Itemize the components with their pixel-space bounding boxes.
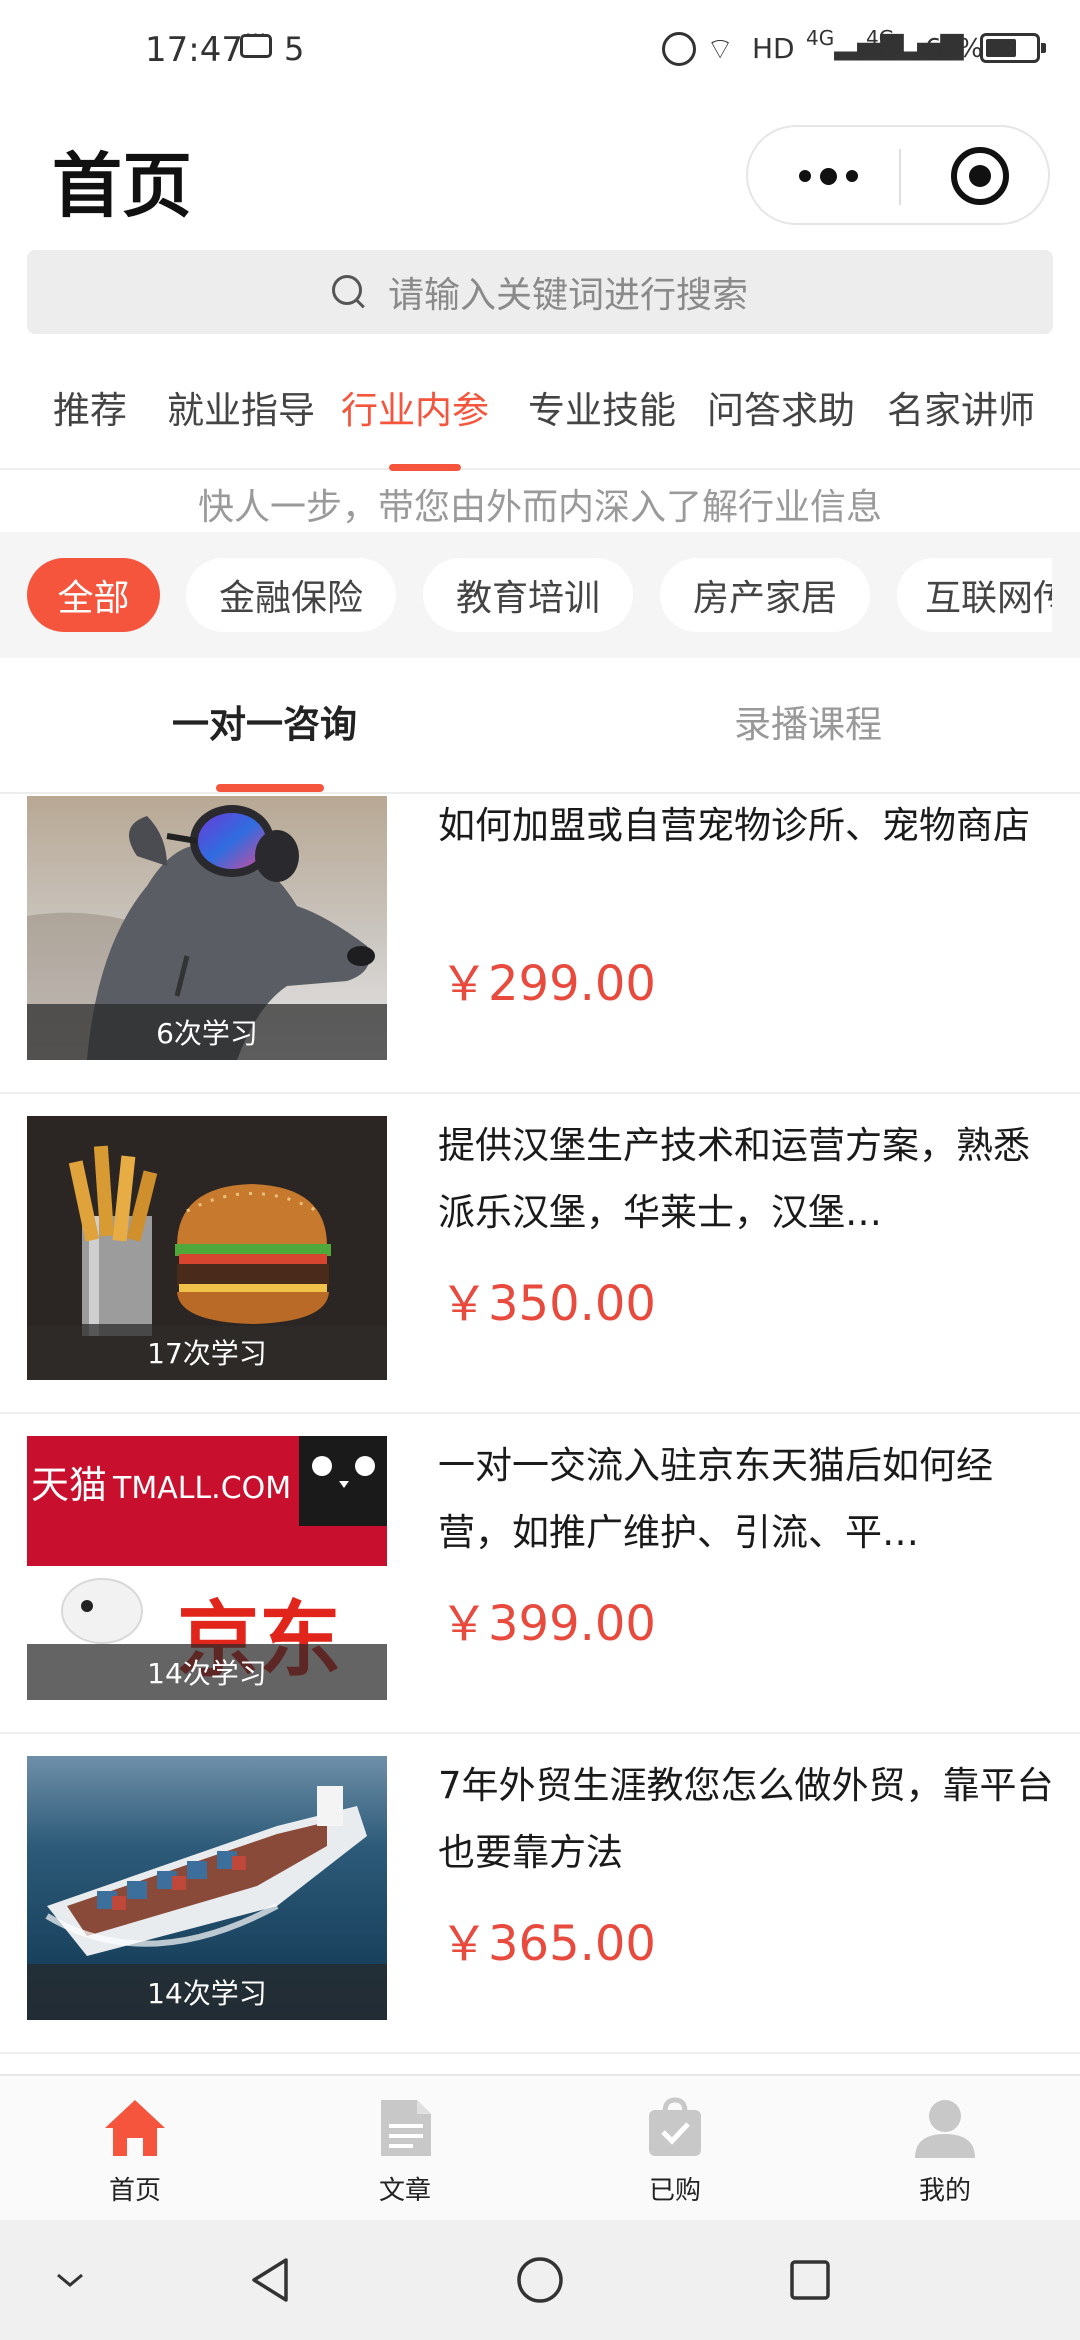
category-tabs: 推荐 就业指导 行业内参 专业技能 问答求助 名家讲师 xyxy=(0,360,1080,471)
back-button[interactable] xyxy=(240,2220,300,2340)
course-thumbnail: 6次学习 xyxy=(27,796,387,1060)
battery-icon xyxy=(980,33,1046,63)
network-type: HD xyxy=(752,32,795,65)
course-thumbnail: 14次学习 xyxy=(27,1756,387,2020)
list-item[interactable]: 6次学习 如何加盟或自营宠物诊所、宠物商店 ￥299.00 xyxy=(0,796,1080,1094)
course-price: ￥299.00 xyxy=(440,956,656,1012)
chip-real-estate-home[interactable]: 房产家居 xyxy=(660,558,870,632)
chip-education-training[interactable]: 教育培训 xyxy=(423,558,633,632)
search-placeholder: 请输入关键词进行搜索 xyxy=(387,275,748,316)
search-input[interactable]: 请输入关键词进行搜索 xyxy=(27,250,1053,334)
nav-profile-label: 我的 xyxy=(918,2176,971,2206)
home-icon xyxy=(105,2100,165,2156)
study-count: 14次学习 xyxy=(27,1644,387,1700)
tab-employment-guide[interactable]: 就业指导 xyxy=(167,380,315,434)
profile-icon xyxy=(915,2100,975,2158)
section-subtitle: 快人一步，带您由外而内深入了解行业信息 xyxy=(197,487,882,528)
search-icon xyxy=(331,275,366,309)
system-navigation-bar xyxy=(0,2220,1080,2340)
nav-purchased[interactable]: 已购 xyxy=(540,2076,810,2222)
course-thumbnail: 17次学习 xyxy=(27,1116,387,1380)
study-count: 14次学习 xyxy=(27,1964,387,2020)
sub-tabs: 一对一咨询 录播课程 xyxy=(0,658,1080,794)
recents-square-icon xyxy=(790,2260,830,2300)
chip-all[interactable]: 全部 xyxy=(27,558,160,632)
nav-profile[interactable]: 我的 xyxy=(810,2076,1080,2222)
nav-purchased-label: 已购 xyxy=(648,2176,701,2206)
filter-chips: 全部 金融保险 教育培训 房产家居 互联网传 xyxy=(0,532,1080,658)
home-button[interactable] xyxy=(510,2220,570,2340)
collapse-button[interactable] xyxy=(40,2220,100,2340)
tab-famous-lecturers[interactable]: 名家讲师 xyxy=(887,380,1035,434)
nav-articles[interactable]: 文章 xyxy=(270,2076,540,2222)
nav-home-label: 首页 xyxy=(108,2176,161,2206)
battery-fill xyxy=(986,39,1016,57)
tab-industry-insider[interactable]: 行业内参 xyxy=(341,380,489,434)
recents-button[interactable] xyxy=(780,2220,840,2340)
alarm-icon xyxy=(662,32,696,66)
nav-articles-label: 文章 xyxy=(378,2176,431,2206)
chevron-down-icon xyxy=(57,2273,83,2287)
home-circle-icon xyxy=(517,2257,563,2303)
mini-program-capsule xyxy=(746,125,1050,225)
course-price: ￥350.00 xyxy=(440,1276,656,1332)
page-title: 首页 xyxy=(52,145,192,227)
course-title: 提供汉堡生产技术和运营方案，熟悉派乐汉堡，华莱士，汉堡… xyxy=(438,1124,1030,1234)
tab-recorded-courses[interactable]: 录播课程 xyxy=(734,694,882,748)
chips-edge xyxy=(1052,532,1080,658)
tab-professional-skills[interactable]: 专业技能 xyxy=(528,380,676,434)
course-list: 6次学习 如何加盟或自营宠物诊所、宠物商店 ￥299.00 17次学习 提供汉堡… xyxy=(0,796,1080,2074)
article-icon xyxy=(381,2100,431,2156)
header: 首页 xyxy=(0,100,1080,250)
nav-home[interactable]: 首页 xyxy=(0,2076,270,2222)
status-bar: 17:47 5 ⌔ HD 4G▂▄▆ 4G▂▄▆ 63% xyxy=(0,0,1080,100)
capsule-divider xyxy=(899,149,901,205)
back-triangle-icon xyxy=(252,2258,288,2302)
course-thumbnail: 天猫 TMALL.COM 京东 14次学习 xyxy=(27,1436,387,1700)
active-subtab-indicator xyxy=(216,784,324,792)
tmall-logo-text: TMALL.COM xyxy=(112,1471,291,1506)
list-item[interactable]: 17次学习 提供汉堡生产技术和运营方案，熟悉派乐汉堡，华莱士，汉堡… ￥350.… xyxy=(0,1094,1080,1414)
bottom-navigation: 首页 文章 已购 我的 xyxy=(0,2074,1080,2220)
wifi-icon: ⌔ xyxy=(706,32,735,67)
active-tab-indicator xyxy=(389,464,461,471)
chip-finance-insurance[interactable]: 金融保险 xyxy=(186,558,396,632)
course-title: 如何加盟或自营宠物诊所、宠物商店 xyxy=(438,804,1030,847)
close-target-icon[interactable] xyxy=(951,147,1009,205)
course-price: ￥399.00 xyxy=(440,1596,656,1652)
study-count: 17次学习 xyxy=(27,1324,387,1380)
course-price: ￥365.00 xyxy=(440,1916,656,1972)
battery-percent: 63% xyxy=(925,34,983,64)
course-title: 一对一交流入驻京东天猫后如何经营，如推广维护、引流、平… xyxy=(438,1444,993,1554)
list-item[interactable]: 14次学习 7年外贸生涯教您怎么做外贸，靠平台也要靠方法 ￥365.00 xyxy=(0,1734,1080,2054)
course-title: 7年外贸生涯教您怎么做外贸，靠平台也要靠方法 xyxy=(438,1764,1054,1874)
tab-recommend[interactable]: 推荐 xyxy=(53,380,127,434)
list-item[interactable]: 天猫 TMALL.COM 京东 14次学习 一对一交流入驻京东天猫后如何经营，如… xyxy=(0,1414,1080,1734)
study-count: 6次学习 xyxy=(27,1004,387,1060)
tab-one-on-one[interactable]: 一对一咨询 xyxy=(172,694,357,748)
purchased-icon xyxy=(649,2097,701,2156)
tab-qa-help[interactable]: 问答求助 xyxy=(707,380,855,434)
message-icon xyxy=(240,23,272,58)
more-icon[interactable] xyxy=(788,149,868,203)
status-time: 17:47 xyxy=(145,30,243,70)
notification-count: 5 xyxy=(284,30,305,68)
tmall-logo-text: 天猫 xyxy=(31,1463,107,1507)
